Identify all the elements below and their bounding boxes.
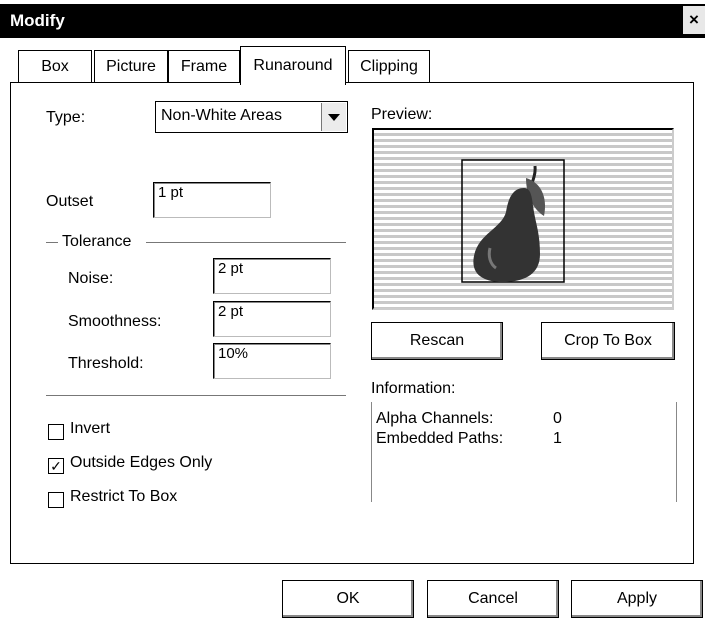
tolerance-divider-left [46,242,58,244]
type-label: Type: [46,109,86,126]
modify-dialog: Modify × Box Picture Frame Runaround Cli… [0,0,705,631]
pear-body [473,188,540,282]
outset-field[interactable]: 1 pt [153,182,271,218]
rescan-button[interactable]: Rescan [371,322,503,360]
ok-button[interactable]: OK [282,580,414,618]
outside-edges-label[interactable]: Outside Edges Only [70,454,212,472]
threshold-field[interactable]: 10% [213,343,331,379]
chevron-down-icon[interactable] [321,103,346,131]
pear-image [461,159,565,283]
outset-label: Outset [46,193,94,210]
tolerance-label: Tolerance [62,233,132,250]
noise-label: Noise: [68,270,114,287]
restrict-to-box-checkbox[interactable] [48,492,64,508]
threshold-label: Threshold: [68,355,144,372]
noise-field[interactable]: 2 pt [213,258,331,294]
type-select[interactable]: Non-White Areas [155,101,348,133]
section-divider [46,395,346,397]
apply-button[interactable]: Apply [571,580,703,618]
preview-label: Preview: [371,106,433,123]
alpha-channels-value: 0 [553,410,562,427]
smoothness-field[interactable]: 2 pt [213,301,331,337]
preview-image [372,128,674,310]
embedded-paths-value: 1 [553,430,562,447]
smoothness-label: Smoothness: [68,313,162,330]
alpha-channels-label: Alpha Channels: [376,410,494,427]
tolerance-divider-right [146,242,346,244]
outside-edges-checkbox[interactable]: ✓ [48,458,64,474]
invert-label[interactable]: Invert [70,420,110,438]
invert-checkbox[interactable] [48,424,64,440]
cancel-button[interactable]: Cancel [427,580,559,618]
crop-to-box-button[interactable]: Crop To Box [541,322,675,360]
information-label: Information: [371,380,456,397]
type-select-value: Non-White Areas [161,107,282,124]
embedded-paths-label: Embedded Paths: [376,430,504,447]
restrict-to-box-label[interactable]: Restrict To Box [70,488,177,506]
